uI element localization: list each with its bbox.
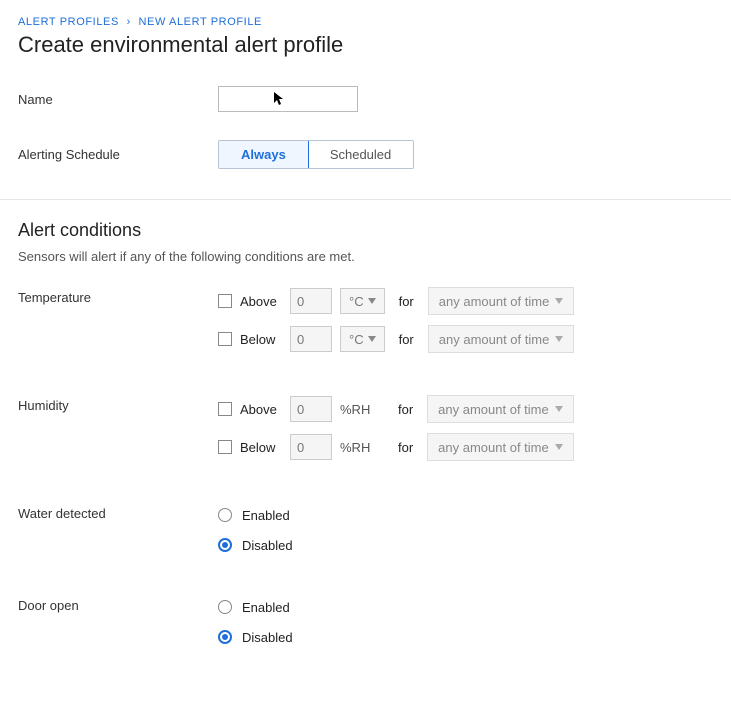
duration-label: any amount of time (439, 294, 550, 309)
caret-down-icon (555, 336, 563, 342)
humidity-unit: %RH (340, 440, 384, 455)
temperature-below-input[interactable] (290, 326, 332, 352)
humidity-above-duration-dropdown[interactable]: any amount of time (427, 395, 574, 423)
duration-label: any amount of time (438, 402, 549, 417)
alert-conditions-heading: Alert conditions (18, 220, 713, 241)
caret-down-icon (555, 406, 563, 412)
temperature-above-unit-dropdown[interactable]: °C (340, 288, 385, 314)
caret-down-icon (555, 444, 563, 450)
door-disabled-radio[interactable] (218, 630, 232, 644)
caret-down-icon (368, 336, 376, 342)
breadcrumb-parent[interactable]: ALERT PROFILES (18, 16, 119, 28)
enabled-label: Enabled (242, 600, 290, 615)
humidity-below-duration-dropdown[interactable]: any amount of time (427, 433, 574, 461)
name-input[interactable] (218, 86, 358, 112)
for-label: for (399, 294, 414, 309)
water-enabled-radio[interactable] (218, 508, 232, 522)
caret-down-icon (368, 298, 376, 304)
humidity-above-input[interactable] (290, 396, 332, 422)
water-disabled-radio[interactable] (218, 538, 232, 552)
unit-label: °C (349, 332, 364, 347)
temperature-above-input[interactable] (290, 288, 332, 314)
door-open-label: Door open (18, 594, 218, 654)
humidity-below-checkbox[interactable] (218, 440, 232, 454)
duration-label: any amount of time (438, 440, 549, 455)
schedule-segmented-control: Always Scheduled (218, 140, 414, 169)
temperature-label: Temperature (18, 286, 218, 362)
for-label: for (399, 332, 414, 347)
water-detected-label: Water detected (18, 502, 218, 562)
page-title: Create environmental alert profile (18, 32, 713, 58)
section-divider (0, 199, 731, 200)
above-label: Above (240, 402, 282, 417)
breadcrumb: ALERT PROFILES › NEW ALERT PROFILE (18, 16, 713, 28)
temperature-below-checkbox[interactable] (218, 332, 232, 346)
chevron-right-icon: › (127, 16, 131, 28)
schedule-option-scheduled[interactable]: Scheduled (308, 141, 413, 168)
temperature-above-duration-dropdown[interactable]: any amount of time (428, 287, 575, 315)
breadcrumb-current: NEW ALERT PROFILE (139, 16, 263, 28)
below-label: Below (240, 332, 282, 347)
door-enabled-radio[interactable] (218, 600, 232, 614)
duration-label: any amount of time (439, 332, 550, 347)
temperature-below-unit-dropdown[interactable]: °C (340, 326, 385, 352)
below-label: Below (240, 440, 282, 455)
temperature-above-checkbox[interactable] (218, 294, 232, 308)
unit-label: °C (349, 294, 364, 309)
humidity-below-input[interactable] (290, 434, 332, 460)
humidity-label: Humidity (18, 394, 218, 470)
humidity-above-checkbox[interactable] (218, 402, 232, 416)
alert-conditions-subtext: Sensors will alert if any of the followi… (18, 249, 713, 264)
humidity-unit: %RH (340, 402, 384, 417)
disabled-label: Disabled (242, 630, 293, 645)
enabled-label: Enabled (242, 508, 290, 523)
name-label: Name (18, 92, 218, 107)
above-label: Above (240, 294, 282, 309)
disabled-label: Disabled (242, 538, 293, 553)
temperature-below-duration-dropdown[interactable]: any amount of time (428, 325, 575, 353)
schedule-option-always[interactable]: Always (218, 140, 309, 169)
alerting-schedule-label: Alerting Schedule (18, 147, 218, 162)
caret-down-icon (555, 298, 563, 304)
for-label: for (398, 402, 413, 417)
for-label: for (398, 440, 413, 455)
